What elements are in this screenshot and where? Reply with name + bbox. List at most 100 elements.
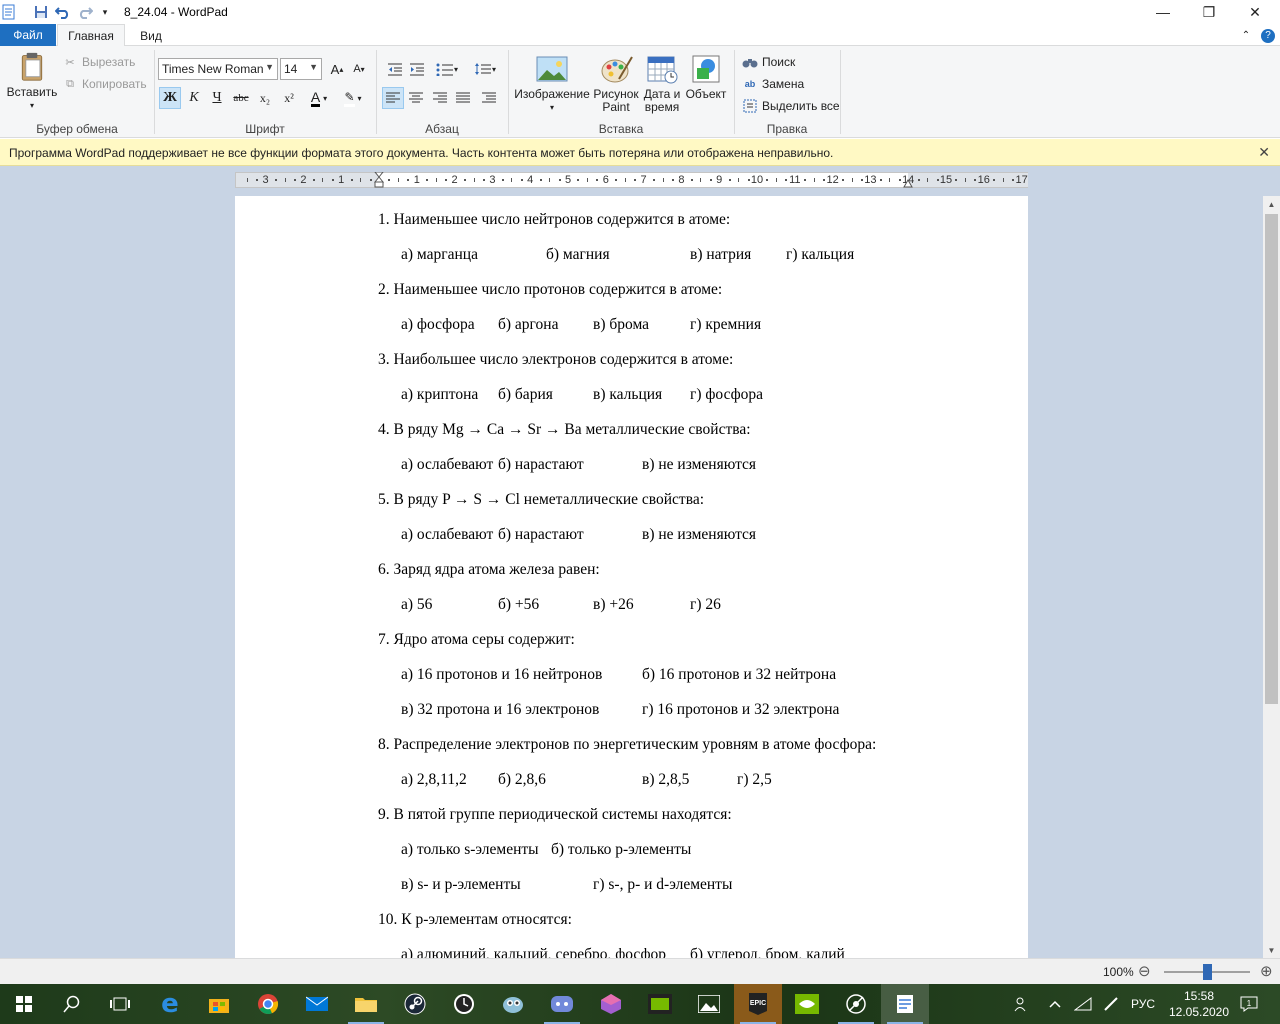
ruler-number: 8 — [678, 174, 685, 186]
taskbar-mail[interactable] — [293, 984, 341, 1024]
shrink-font-icon[interactable]: A ▾ — [348, 58, 370, 80]
taskbar-discord[interactable] — [538, 984, 586, 1024]
document-page[interactable]: 1. Наименьшее число нейтронов содержится… — [235, 196, 1028, 958]
bullet-list-icon[interactable]: ▾ — [430, 58, 464, 80]
taskbar-game[interactable] — [489, 984, 537, 1024]
paragraph-settings-icon[interactable] — [478, 87, 500, 109]
taskbar-nvidia-app[interactable] — [783, 984, 831, 1024]
paint-drawing-button[interactable]: Рисунок Paint — [592, 54, 640, 114]
save-icon[interactable] — [32, 3, 50, 21]
taskbar-photos[interactable] — [685, 984, 733, 1024]
taskbar-epic-games[interactable]: EPIC — [734, 984, 782, 1024]
justify-icon[interactable] — [452, 87, 474, 109]
taskbar-explorer[interactable] — [342, 984, 390, 1024]
text-color-button[interactable]: A ▾ — [304, 87, 334, 109]
vertical-scrollbar[interactable]: ▲ ▼ — [1263, 196, 1280, 958]
close-icon[interactable]: ✕ — [1258, 144, 1270, 161]
people-icon[interactable] — [1008, 984, 1036, 1024]
tab-view[interactable]: Вид — [128, 24, 174, 47]
font-family-select[interactable]: Times New Roman ▼ — [158, 58, 278, 80]
scroll-thumb[interactable] — [1265, 214, 1278, 704]
title-bar: ▾ 8_24.04 - WordPad — ❐ ✕ — [0, 0, 1280, 24]
ruler-tick — [435, 178, 437, 182]
bold-button[interactable]: Ж — [159, 87, 181, 109]
undo-icon[interactable] — [54, 3, 72, 21]
collapse-ribbon-icon[interactable]: ⌃ — [1236, 24, 1256, 47]
ruler-number: 3 — [489, 174, 496, 186]
task-view-button[interactable] — [96, 984, 144, 1024]
taskbar-steam[interactable] — [391, 984, 439, 1024]
answer-option: б) нарастают — [498, 526, 584, 543]
ruler-tick — [823, 179, 826, 181]
strikethrough-button[interactable]: abc — [230, 87, 252, 109]
taskbar-store[interactable] — [195, 984, 243, 1024]
restore-button[interactable]: ❐ — [1186, 0, 1232, 24]
redo-icon[interactable] — [76, 3, 94, 21]
datetime-button[interactable]: Дата и время — [640, 54, 684, 114]
find-button[interactable]: Поиск — [742, 54, 795, 70]
insert-object-button[interactable]: Объект — [684, 54, 728, 101]
insert-image-button[interactable]: Изображение ▾ — [512, 54, 592, 114]
taskbar-chrome[interactable] — [244, 984, 292, 1024]
quick-access-dropdown-icon[interactable]: ▾ — [96, 3, 114, 21]
help-icon[interactable]: ? — [1258, 24, 1278, 47]
ruler-tick — [1012, 179, 1015, 181]
clock[interactable]: 15:58 12.05.2020 — [1164, 984, 1234, 1024]
clock-date: 12.05.2020 — [1168, 1005, 1230, 1019]
copy-button[interactable]: ⧉ Копировать — [62, 76, 147, 92]
language-indicator[interactable]: РУС — [1126, 984, 1160, 1024]
compatibility-notification: Программа WordPad поддерживает не все фу… — [0, 139, 1280, 166]
underline-button[interactable]: Ч — [206, 87, 228, 109]
close-button[interactable]: ✕ — [1232, 0, 1278, 24]
decrease-indent-icon[interactable] — [384, 58, 406, 80]
taskbar-cube-app[interactable] — [587, 984, 635, 1024]
chevron-up-icon[interactable] — [1042, 984, 1068, 1024]
zoom-out-button[interactable]: ⊖ — [1138, 962, 1151, 980]
search-button[interactable] — [48, 984, 96, 1024]
highlight-button[interactable]: ✎ ▾ — [338, 87, 368, 109]
question-text: 9. В пятой группе периодической системы … — [378, 806, 732, 823]
ruler[interactable]: 3211234567891011121314151617 — [235, 171, 1028, 188]
answer-option: б) только p-элементы — [551, 841, 692, 858]
select-all-button[interactable]: Выделить все — [742, 98, 840, 114]
wordpad-app-icon[interactable] — [0, 3, 18, 21]
align-left-icon[interactable] — [382, 87, 404, 109]
italic-button[interactable]: К — [183, 87, 205, 109]
cut-button[interactable]: ✂ Вырезать — [62, 54, 135, 70]
notifications-icon[interactable]: 1 — [1236, 984, 1262, 1024]
minimize-button[interactable]: — — [1140, 0, 1186, 24]
zoom-slider-thumb[interactable] — [1203, 964, 1212, 980]
increase-indent-icon[interactable] — [406, 58, 428, 80]
wifi-icon[interactable] — [1070, 984, 1096, 1024]
taskbar-edge[interactable]: e — [146, 984, 194, 1024]
ruler-tick — [407, 179, 410, 181]
zoom-in-button[interactable]: ⊕ — [1260, 962, 1273, 980]
scroll-down-icon[interactable]: ▼ — [1263, 942, 1280, 958]
line-spacing-icon[interactable]: ▾ — [468, 58, 502, 80]
ruler-tick — [728, 179, 731, 181]
start-button[interactable] — [0, 984, 48, 1024]
ruler-number: 10 — [750, 174, 764, 186]
grow-font-icon[interactable]: A ▴ — [326, 58, 348, 80]
paste-button[interactable]: Вставить ▾ — [6, 52, 58, 112]
font-size-select[interactable]: 14 ▼ — [280, 58, 322, 80]
indent-marker-icon[interactable] — [373, 171, 385, 188]
replace-button[interactable]: ab Замена — [742, 76, 804, 92]
subscript-button[interactable]: x₂ — [254, 87, 276, 109]
ruler-tick — [350, 179, 353, 181]
answer-option: а) ослабевают — [401, 456, 494, 473]
tab-home[interactable]: Главная — [57, 24, 125, 47]
taskbar-nvidia-geforce[interactable] — [636, 984, 684, 1024]
answer-option: а) 56 — [401, 596, 433, 613]
taskbar-clock-app[interactable] — [440, 984, 488, 1024]
taskbar-wordpad[interactable] — [881, 984, 929, 1024]
align-center-icon[interactable] — [405, 87, 427, 109]
right-indent-marker-icon[interactable] — [903, 177, 913, 188]
scroll-up-icon[interactable]: ▲ — [1263, 196, 1280, 212]
tab-file[interactable]: Файл — [0, 24, 56, 46]
align-right-icon[interactable] — [429, 87, 451, 109]
superscript-button[interactable]: x² — [278, 87, 300, 109]
ruler-tick — [993, 179, 996, 181]
taskbar-system-app[interactable] — [832, 984, 880, 1024]
pen-icon[interactable] — [1098, 984, 1124, 1024]
